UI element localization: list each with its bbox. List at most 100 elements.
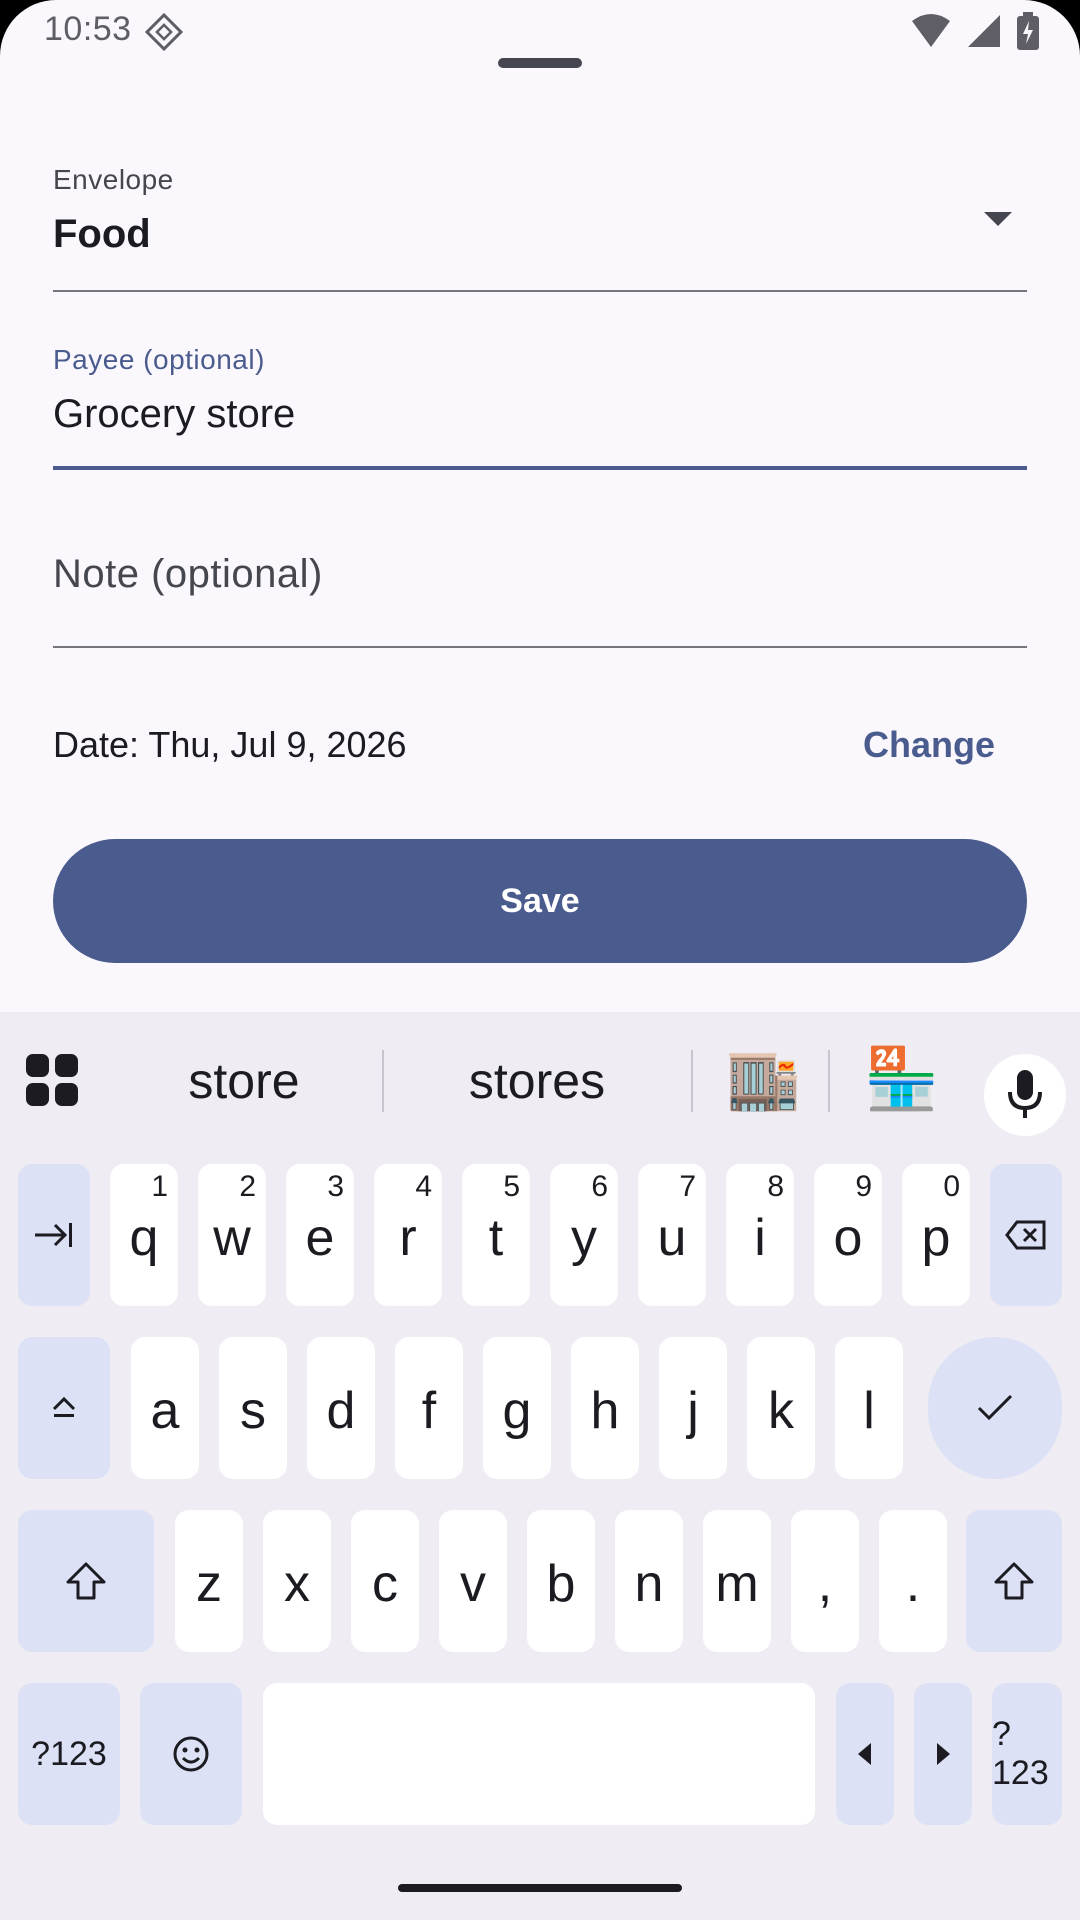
letter-key[interactable]: n bbox=[615, 1510, 683, 1652]
letter-key[interactable]: b bbox=[527, 1510, 595, 1652]
letter-key[interactable]: e3 bbox=[286, 1164, 354, 1306]
change-date-button[interactable]: Change bbox=[863, 724, 995, 766]
key-letter: w bbox=[213, 1209, 251, 1267]
letter-key[interactable]: i8 bbox=[726, 1164, 794, 1306]
key-hint: 3 bbox=[327, 1170, 344, 1203]
save-button[interactable]: Save bbox=[53, 839, 1027, 963]
soft-keyboard: store stores 🏬 🏪 q1w2e3r4t5y6u7i8o9p0 a … bbox=[0, 1012, 1080, 1920]
key-letter: y bbox=[571, 1209, 597, 1267]
checkmark-icon bbox=[977, 1394, 1013, 1421]
wifi-icon bbox=[912, 14, 950, 47]
key-hint: 9 bbox=[855, 1170, 872, 1203]
letter-key[interactable]: . bbox=[879, 1510, 947, 1652]
letter-key[interactable]: s bbox=[219, 1337, 287, 1479]
chevron-left-icon bbox=[858, 1743, 871, 1765]
key-letter: j bbox=[687, 1382, 699, 1440]
letter-key[interactable]: l bbox=[835, 1337, 903, 1479]
battery-icon bbox=[1017, 12, 1039, 50]
letter-key[interactable]: r4 bbox=[374, 1164, 442, 1306]
letter-key[interactable]: d bbox=[307, 1337, 375, 1479]
key-letter: d bbox=[326, 1382, 356, 1440]
suggestion-word[interactable]: stores bbox=[440, 1052, 634, 1110]
gesture-nav-bar[interactable] bbox=[398, 1884, 682, 1892]
letter-key[interactable]: x bbox=[263, 1510, 331, 1652]
backspace-icon bbox=[1005, 1220, 1046, 1250]
letter-key[interactable]: m bbox=[703, 1510, 771, 1652]
app-notification-icon bbox=[144, 12, 184, 52]
cursor-left-key[interactable] bbox=[836, 1683, 894, 1825]
key-letter: u bbox=[657, 1209, 687, 1267]
key-letter: v bbox=[460, 1555, 486, 1613]
key-letter: m bbox=[715, 1555, 759, 1613]
letter-key[interactable]: g bbox=[483, 1337, 551, 1479]
emoji-key[interactable] bbox=[140, 1683, 242, 1825]
suggestion-strip: store stores 🏬 🏪 bbox=[0, 1012, 1080, 1142]
key-letter: e bbox=[305, 1209, 335, 1267]
space-key[interactable] bbox=[263, 1683, 815, 1825]
key-letter: t bbox=[488, 1209, 504, 1267]
suggestion-word[interactable]: store bbox=[148, 1052, 340, 1110]
symbols-key-right[interactable]: ?123 bbox=[992, 1683, 1062, 1825]
suggestion-divider bbox=[828, 1050, 830, 1112]
letter-key[interactable]: z bbox=[175, 1510, 243, 1652]
letter-key[interactable]: o9 bbox=[814, 1164, 882, 1306]
shift-key-right[interactable] bbox=[966, 1510, 1062, 1652]
key-letter: k bbox=[768, 1382, 794, 1440]
sheet-drag-handle[interactable] bbox=[498, 58, 582, 68]
note-placeholder: Note (optional) bbox=[53, 552, 323, 596]
shift-icon bbox=[994, 1562, 1034, 1600]
department-store-emoji[interactable]: 🏬 bbox=[726, 1044, 801, 1114]
payee-underline-focused bbox=[53, 466, 1027, 470]
key-letter: h bbox=[590, 1382, 620, 1440]
shift-key[interactable] bbox=[18, 1510, 154, 1652]
note-underline bbox=[53, 646, 1027, 648]
key-letter: l bbox=[863, 1382, 875, 1440]
done-key[interactable] bbox=[928, 1337, 1062, 1479]
letter-key[interactable]: c bbox=[351, 1510, 419, 1652]
envelope-label: Envelope bbox=[53, 164, 174, 195]
date-row: Date: Thu, Jul 9, 2026 Change bbox=[53, 720, 1027, 770]
key-letter: z bbox=[196, 1555, 222, 1613]
key-letter: g bbox=[502, 1382, 532, 1440]
key-hint: 8 bbox=[767, 1170, 784, 1203]
key-letter: x bbox=[284, 1555, 310, 1613]
caps-lock-icon bbox=[52, 1397, 76, 1417]
letter-key[interactable]: w2 bbox=[198, 1164, 266, 1306]
letter-key[interactable]: t5 bbox=[462, 1164, 530, 1306]
microphone-icon bbox=[1008, 1070, 1042, 1118]
letter-key[interactable]: a bbox=[131, 1337, 199, 1479]
key-letter: i bbox=[754, 1209, 766, 1267]
payee-value[interactable]: Grocery store bbox=[53, 392, 295, 437]
letter-key[interactable]: u7 bbox=[638, 1164, 706, 1306]
backspace-key[interactable] bbox=[990, 1164, 1062, 1306]
microphone-button[interactable] bbox=[984, 1054, 1066, 1136]
tab-key[interactable] bbox=[18, 1164, 90, 1306]
letter-key[interactable]: y6 bbox=[550, 1164, 618, 1306]
letter-key[interactable]: p0 bbox=[902, 1164, 970, 1306]
letter-key[interactable]: q1 bbox=[110, 1164, 178, 1306]
key-letter: c bbox=[372, 1555, 398, 1613]
letter-key[interactable]: j bbox=[659, 1337, 727, 1479]
apps-grid-icon[interactable] bbox=[26, 1054, 78, 1106]
tab-icon bbox=[35, 1223, 72, 1247]
letter-key[interactable]: v bbox=[439, 1510, 507, 1652]
symbols-key[interactable]: ?123 bbox=[18, 1683, 120, 1825]
envelope-dropdown[interactable]: Envelope Food bbox=[53, 160, 1027, 292]
key-letter: n bbox=[634, 1555, 664, 1613]
key-letter: r bbox=[399, 1209, 417, 1267]
letter-key[interactable]: , bbox=[791, 1510, 859, 1652]
note-field[interactable]: Note (optional) bbox=[53, 540, 1027, 650]
key-letter: q bbox=[129, 1209, 159, 1267]
letter-key[interactable]: f bbox=[395, 1337, 463, 1479]
cursor-right-key[interactable] bbox=[914, 1683, 972, 1825]
envelope-value: Food bbox=[53, 212, 151, 256]
payee-field[interactable]: Payee (optional) Grocery store bbox=[53, 340, 1027, 472]
key-letter: f bbox=[421, 1382, 437, 1440]
caps-key[interactable] bbox=[18, 1337, 110, 1479]
screen: 10:53 Envelope Food Payee (optional) Gro… bbox=[0, 0, 1080, 1920]
suggestion-divider bbox=[691, 1050, 693, 1112]
letter-key[interactable]: k bbox=[747, 1337, 815, 1479]
key-letter: o bbox=[833, 1209, 863, 1267]
convenience-store-emoji[interactable]: 🏪 bbox=[864, 1044, 939, 1114]
letter-key[interactable]: h bbox=[571, 1337, 639, 1479]
